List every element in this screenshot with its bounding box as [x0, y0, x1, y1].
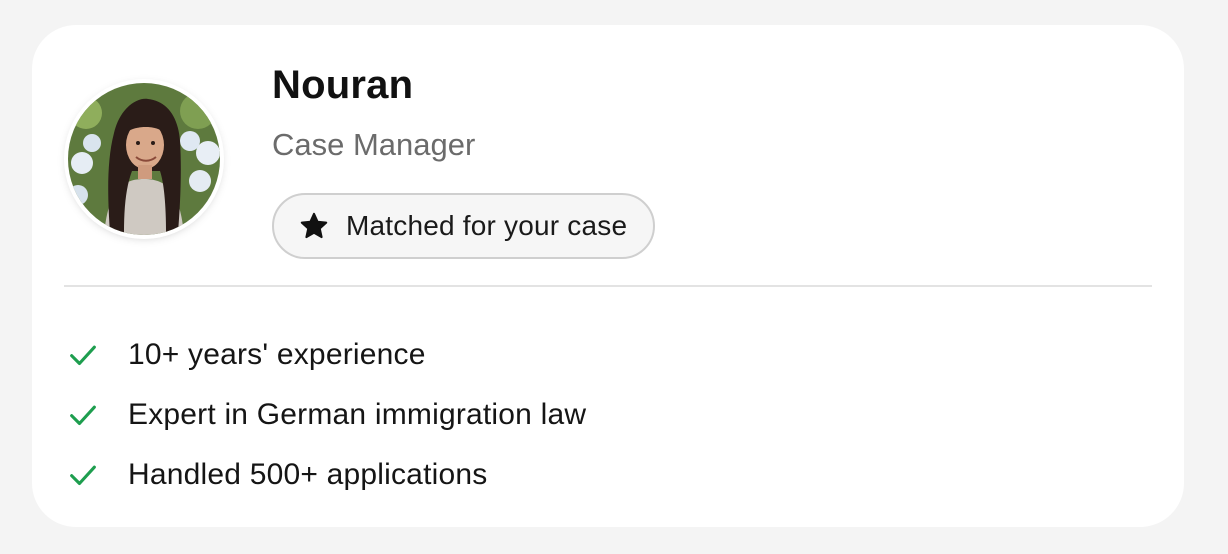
check-icon: [66, 338, 100, 372]
matched-badge-label: Matched for your case: [346, 210, 628, 241]
avatar: [68, 83, 220, 235]
check-icon: [66, 458, 100, 492]
feature-text: Expert in German immigration law: [128, 398, 587, 431]
feature-text: 10+ years' experience: [128, 338, 426, 371]
feature-text: Handled 500+ applications: [128, 458, 488, 491]
case-manager-card: Nouran Case Manager Matched for your cas…: [32, 25, 1184, 527]
matched-badge: Matched for your case: [272, 193, 656, 259]
avatar-photo: [68, 83, 220, 235]
manager-name: Nouran: [272, 63, 414, 107]
feature-list: 10+ years' experience Expert in German i…: [66, 325, 586, 505]
feature-item: Expert in German immigration law: [66, 385, 586, 445]
check-icon: [66, 398, 100, 432]
divider: [64, 285, 1152, 287]
star-icon: [299, 211, 329, 241]
feature-item: 10+ years' experience: [66, 325, 586, 385]
feature-item: Handled 500+ applications: [66, 445, 586, 505]
manager-role: Case Manager: [272, 127, 476, 162]
